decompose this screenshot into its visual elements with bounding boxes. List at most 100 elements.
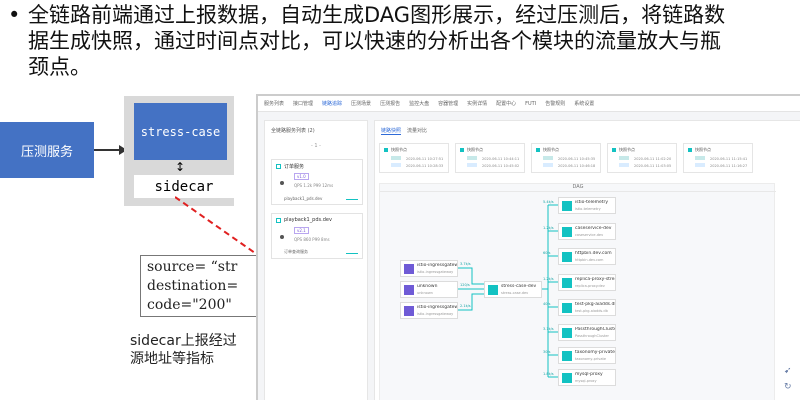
snapshot-time: 2020-06-11 10:44:11: [482, 157, 520, 161]
nav-item[interactable]: 监控大盘: [409, 100, 429, 107]
time-bar: [695, 163, 705, 167]
edge-label: 1.2k/s: [543, 277, 554, 281]
edge-label: 60/s: [543, 251, 551, 255]
dag-node[interactable]: caseservice-dev caseservice.dev: [558, 223, 616, 240]
checkbox[interactable]: [276, 218, 281, 223]
snapshot-time: 2020-06-11 10:27:51: [406, 157, 444, 161]
snapshot-row: 快照节点 2020-06-11 10:27:51 2020-06-11 10:2…: [379, 143, 800, 177]
nav-item[interactable]: 容器管理: [438, 100, 458, 107]
time-bar: [695, 156, 705, 160]
node-sub: istio-telemetry: [575, 207, 601, 211]
edge-label: 2.1k/s: [460, 304, 471, 308]
nav-item-active[interactable]: 链路追踪: [322, 100, 342, 107]
service-icon: [562, 227, 572, 237]
snapshot-card[interactable]: 快照节点 2020-06-11 10:27:51 2020-06-11 10:2…: [379, 143, 449, 173]
snapshot-card[interactable]: 快照节点 2020-06-11 11:15:41 2020-06-11 11:1…: [683, 143, 753, 173]
node-name: httpbin.dev.com: [575, 251, 612, 256]
node-sub: stress-case.dev: [501, 291, 529, 295]
caption-line: 源地址等指标: [130, 351, 214, 367]
dag-node[interactable]: taxonomy-private taxonomy-private: [558, 347, 616, 364]
nav-item[interactable]: 配置中心: [496, 100, 516, 107]
node-name: PassthroughCluster: [575, 327, 615, 332]
dag-node[interactable]: replica-proxy-stress replica-proxy.dev: [558, 274, 616, 291]
tab-compare[interactable]: 流量对比: [407, 127, 427, 135]
arrow-to-pod: [94, 149, 120, 151]
snapshot-card[interactable]: 快照节点 2020-06-11 10:45:35 2020-06-11 10:4…: [531, 143, 601, 173]
node-name: unknown: [417, 284, 438, 289]
node-sub: unknown: [417, 291, 433, 295]
node-name: test-pkg-aiadds.db: [575, 302, 615, 307]
node-name: taxonomy-private: [575, 350, 615, 355]
time-bar: [543, 163, 553, 167]
snapshot-card[interactable]: 快照节点 2020-06-11 11:02:20 2020-06-11 11:0…: [607, 143, 677, 173]
rocket-icon[interactable]: ➹: [784, 366, 792, 376]
edge-label: 1.2k/s: [543, 226, 554, 230]
service-icon: [562, 373, 572, 383]
service-icon: [404, 264, 414, 274]
snapshot-time: 2020-06-11 11:16:27: [710, 164, 748, 168]
top-nav: 服务列表 接口管理 链路追踪 压测场景 压测报告 监控大盘 容器管理 实例详情 …: [258, 96, 800, 112]
service-card[interactable]: 订单服务 v1.0 QPS 1.2k P99 12ms playback1_pd…: [271, 159, 363, 205]
service-card[interactable]: playback1_pds.dev v2.1 QPS 860 P99 8ms 订…: [271, 213, 363, 259]
nav-item[interactable]: 系统设置: [574, 100, 594, 107]
service-icon: [562, 328, 572, 338]
dag-node[interactable]: httpbin.dev.com httpbin.dev.com: [558, 248, 616, 265]
nav-item[interactable]: 告警规则: [545, 100, 565, 107]
pagination[interactable]: - 1 -: [271, 143, 361, 151]
dag-canvas[interactable]: DAG istio-ingressgate istio-ingressgatew…: [379, 183, 776, 400]
checkbox[interactable]: [276, 164, 281, 169]
app-screenshot: 服务列表 接口管理 链路追踪 压测场景 压测报告 监控大盘 容器管理 实例详情 …: [256, 94, 800, 400]
snapshot-time: 2020-06-11 11:02:20: [634, 157, 672, 161]
service-name: 订单服务: [284, 164, 305, 170]
node-sub: PassthroughCluster: [575, 334, 609, 338]
service-foot: playback1_pds.dev: [284, 196, 323, 201]
nav-item[interactable]: 接口管理: [293, 100, 313, 107]
service-name: playback1_pds.dev: [284, 217, 332, 223]
node-name: stress-case-dev: [501, 284, 537, 289]
snapshot-icon: [688, 148, 692, 152]
dag-node[interactable]: mysql-proxy mysql-proxy: [558, 369, 616, 386]
nav-item[interactable]: 压测报告: [380, 100, 400, 107]
snapshot-time: 2020-06-11 10:45:02: [482, 164, 520, 168]
edge-label: 30/s: [543, 350, 551, 354]
service-icon: [404, 285, 414, 295]
snapshot-card[interactable]: 快照节点 2020-06-11 10:44:11 2020-06-11 10:4…: [455, 143, 525, 173]
code-line: destination=: [147, 278, 239, 294]
service-icon: [488, 285, 498, 295]
snapshot-icon: [384, 148, 388, 152]
dag-node[interactable]: PassthroughCluster PassthroughCluster: [558, 324, 616, 341]
dag-node[interactable]: stress-case-dev stress-case.dev: [484, 281, 542, 298]
dag-node[interactable]: test-pkg-aiadds.db test-pkg-aiadds.db: [558, 299, 616, 316]
dag-node[interactable]: unknown unknown: [400, 281, 458, 298]
dag-node[interactable]: istio-telemetry istio-telemetry: [558, 197, 616, 214]
nav-item[interactable]: 压测场景: [351, 100, 371, 107]
bullet-dot: •: [8, 3, 21, 27]
snapshot-time: 2020-06-11 11:15:41: [710, 157, 748, 161]
snapshot-time: 2020-06-11 10:46:18: [558, 164, 596, 168]
nav-item[interactable]: 服务列表: [264, 100, 284, 107]
time-bar: [467, 156, 477, 160]
nav-item[interactable]: FUTI: [525, 101, 536, 107]
caption-line: sidecar上报经过: [130, 333, 237, 349]
dag-node[interactable]: istio-ingressgateway istio-ingressgatewa…: [400, 260, 458, 277]
dag-node[interactable]: istio-ingressgateway istio-ingressgatewa…: [400, 302, 458, 319]
edge-label: 3.1k/s: [543, 327, 554, 331]
service-meta: QPS 860 P99 8ms: [294, 237, 330, 242]
snapshot-icon: [460, 148, 464, 152]
panel-tabs: 链路快照 流量对比: [381, 127, 427, 135]
tab-snapshot[interactable]: 链路快照: [381, 127, 402, 135]
node-sub: istio-ingressgateway: [417, 270, 454, 274]
time-bar: [391, 163, 401, 167]
snapshot-title: 快照节点: [543, 147, 559, 152]
node-sub: caseservice.dev: [575, 233, 604, 237]
node-sub: replica-proxy.dev: [575, 284, 605, 288]
snapshot-time: 2020-06-11 10:45:35: [558, 157, 596, 161]
snapshot-title: 快照节点: [391, 147, 407, 152]
nav-item[interactable]: 实例详情: [467, 100, 487, 107]
node-sub: istio-ingressgateway: [417, 312, 454, 316]
snapshot-time: 2020-06-11 10:28:33: [406, 164, 444, 168]
service-meta: QPS 1.2k P99 12ms: [294, 183, 334, 188]
code-line: code="200": [147, 297, 232, 313]
refresh-icon[interactable]: ↻: [784, 382, 792, 392]
node-name: caseservice-dev: [575, 226, 612, 231]
